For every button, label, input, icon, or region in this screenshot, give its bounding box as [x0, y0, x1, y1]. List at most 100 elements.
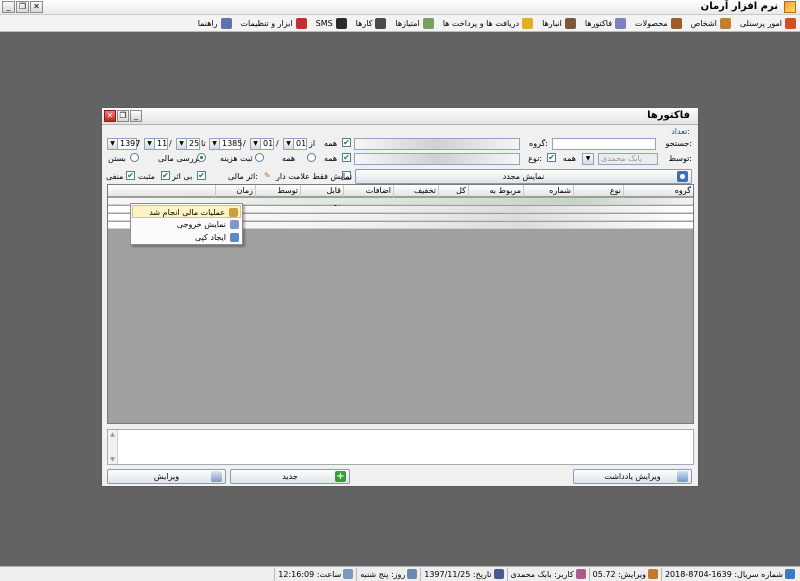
output-icon [230, 220, 239, 229]
notes-scrollbar[interactable]: ▲ ▼ [108, 430, 118, 464]
radio-close[interactable] [130, 153, 139, 162]
chevron-down-icon: ▼ [210, 139, 220, 149]
menu-item-label: دریافت ها و پرداخت ها [442, 18, 520, 28]
edit-label: ویرایش [153, 472, 180, 481]
status-date: تاریخ: 1397/11/25 [420, 567, 506, 581]
search-input[interactable] [552, 138, 656, 150]
people-icon [719, 17, 731, 29]
by-dropdown[interactable]: ▼ [582, 153, 594, 165]
column-header[interactable]: اضافات [343, 185, 393, 197]
from-month-select[interactable]: ▼ 01 [250, 138, 274, 150]
menu-item-10[interactable]: راهنما [197, 17, 232, 29]
dialog-title: فاکتورها [647, 110, 690, 121]
menu-item-5[interactable]: دریافت ها و پرداخت ها [442, 17, 534, 29]
invoices-dialog: ✕ ❐ _ فاکتورها تعداد: جستجو: گروه: ▼ همه… [101, 107, 699, 487]
new-button[interactable]: + جدید [230, 469, 350, 484]
edit-button[interactable]: ویرایش [107, 469, 226, 484]
all-dates-checkbox[interactable]: ✔ [342, 138, 351, 147]
edit-note-button[interactable]: ویرایش یادداشت [573, 469, 692, 484]
dialog-minimize-button[interactable]: _ [130, 110, 142, 122]
window-restore-button[interactable]: ❐ [16, 1, 29, 13]
chevron-down-icon: ▼ [251, 139, 261, 149]
scroll-down-icon[interactable]: ▼ [109, 456, 116, 463]
date-separator: / [169, 139, 172, 148]
status-serial: شماره سریال: 1639-8704-2018 [660, 567, 798, 581]
menu-item-1[interactable]: اشخاص [691, 17, 731, 29]
group-select[interactable] [354, 138, 520, 150]
scroll-up-icon[interactable]: ▲ [109, 431, 116, 438]
positive-checkbox[interactable]: ✔ [161, 171, 170, 180]
menu-item-4[interactable]: انبارها [542, 17, 576, 29]
context-menu-item[interactable]: نمایش خروجی [132, 218, 241, 231]
all-types-checkbox[interactable]: ✔ [342, 153, 351, 162]
menu-item-label: کارها [355, 18, 373, 28]
radio-cost-record[interactable] [255, 153, 264, 162]
column-header[interactable]: توسط [255, 185, 300, 197]
column-header[interactable]: کل [438, 185, 468, 197]
from-day-select[interactable]: ▼ 01 [283, 138, 307, 150]
column-header[interactable]: تخفیف [393, 185, 438, 197]
to-year-select[interactable]: ▼ 1397 [107, 138, 140, 150]
dialog-titlebar: ✕ ❐ _ فاکتورها [102, 108, 698, 125]
negative-label: منفی [106, 172, 124, 181]
window-minimize-button[interactable]: _ [2, 1, 15, 13]
menu-item-label: ابزار و تنظیمات [240, 18, 293, 28]
context-menu: عملیات مالی انجام شد نمایش خروجی ایجاد کپی [130, 203, 243, 245]
column-header[interactable]: زمان [215, 185, 255, 197]
status-user: کاربر: بابک محمدی [506, 567, 589, 581]
status-serial-text: شماره سریال: 1639-8704-2018 [664, 569, 783, 579]
type-select[interactable] [354, 153, 520, 165]
by-select[interactable]: بابک محمدی [598, 153, 658, 165]
radio-all[interactable] [307, 153, 316, 162]
to-day-select[interactable]: ▼ 25 [176, 138, 200, 150]
negative-checkbox[interactable]: ✔ [126, 171, 135, 180]
chevron-down-icon: ▼ [145, 139, 155, 149]
context-menu-item[interactable]: عملیات مالی انجام شد [132, 205, 241, 218]
radio-financial-review[interactable] [197, 153, 206, 162]
positive-label: مثبت [138, 172, 155, 181]
menu-item-2[interactable]: محصولات [635, 17, 682, 29]
menu-item-label: راهنما [197, 18, 218, 28]
refresh-icon [677, 171, 688, 182]
user-icon [575, 569, 586, 579]
menu-item-label: محصولات [635, 18, 668, 28]
copy-icon [230, 233, 239, 242]
products-icon [670, 17, 682, 29]
no-effect-checkbox[interactable]: ✔ [197, 171, 206, 180]
sms-icon [335, 17, 347, 29]
column-header[interactable]: گروه [623, 185, 693, 197]
context-menu-item[interactable]: ایجاد کپی [132, 231, 241, 244]
serial-icon [785, 569, 795, 579]
menu-item-6[interactable]: امتیازها [395, 17, 434, 29]
context-menu-label: نمایش خروجی [176, 220, 226, 229]
column-header[interactable]: شماره [523, 185, 573, 197]
column-header[interactable]: نوع [573, 185, 623, 197]
menu-item-7[interactable]: کارها [355, 17, 387, 29]
payments-icon [522, 17, 534, 29]
dialog-close-button[interactable]: ✕ [104, 110, 116, 122]
column-header[interactable]: قابل پرداخت [300, 185, 343, 206]
radio-cost-record-label: ثبت هزینه [220, 154, 253, 163]
menu-item-8[interactable]: SMS [315, 17, 347, 29]
menu-item-label: SMS [315, 18, 333, 28]
dialog-restore-button[interactable]: ❐ [117, 110, 129, 122]
status-bar: شماره سریال: 1639-8704-2018 ویرایش: 05.7… [0, 566, 800, 581]
column-header[interactable]: مربوط به [468, 185, 523, 197]
status-date-text: تاریخ: 1397/11/25 [424, 569, 492, 579]
clock-icon [343, 569, 354, 579]
refresh-button[interactable]: نمایش مجدد [355, 169, 692, 184]
notes-area[interactable]: ▲ ▼ [107, 429, 694, 465]
group-label: گروه: [529, 139, 548, 148]
all-by-checkbox[interactable]: ✔ [547, 153, 556, 162]
add-icon: + [335, 471, 346, 482]
menu-item-3[interactable]: فاکتورها [585, 17, 627, 29]
from-year-select[interactable]: ▼ 1385 [209, 138, 242, 150]
all-by-label: همه [562, 154, 576, 163]
to-month-select[interactable]: ▼ 11 [144, 138, 168, 150]
version-icon [647, 569, 658, 579]
context-menu-label: عملیات مالی انجام شد [149, 208, 225, 217]
menu-item-9[interactable]: ابزار و تنظیمات [240, 17, 307, 29]
window-close-button[interactable]: ✕ [30, 1, 43, 13]
only-flagged-label: نمایش فقط علامت دار [276, 172, 353, 181]
menu-item-0[interactable]: امور پرسنلی [740, 17, 796, 29]
